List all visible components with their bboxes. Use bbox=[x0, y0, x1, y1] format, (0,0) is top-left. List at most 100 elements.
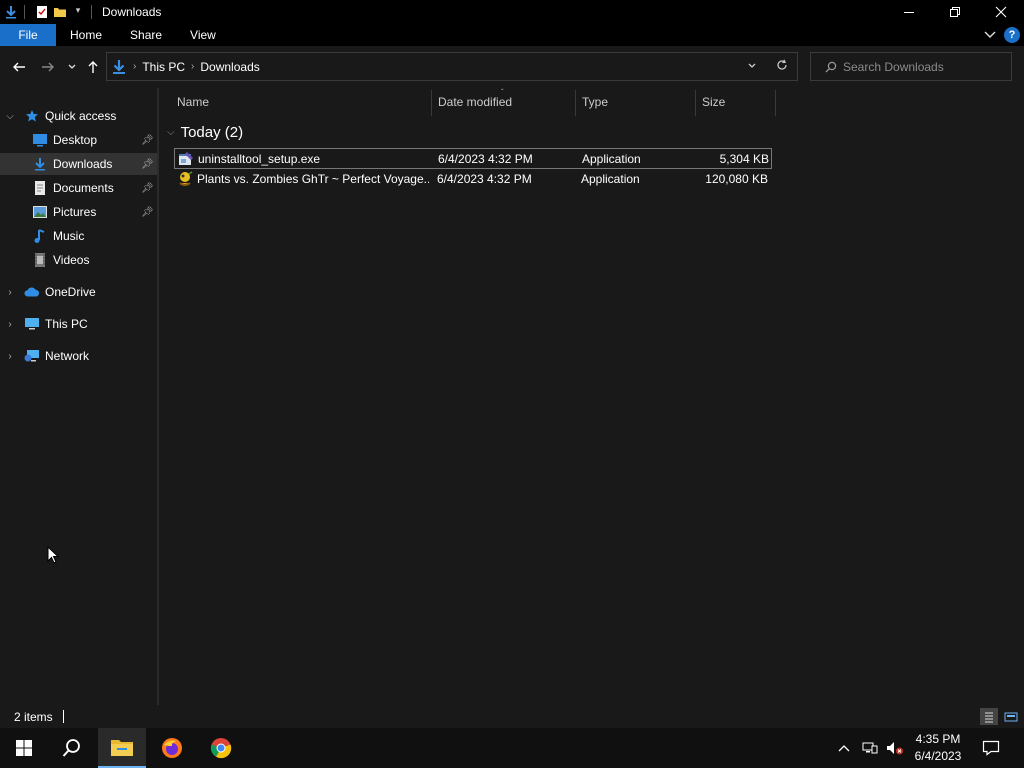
breadcrumb-downloads[interactable]: Downloads bbox=[200, 60, 259, 74]
computer-icon bbox=[24, 316, 40, 332]
customize-quick-access-icon[interactable]: ▾ bbox=[71, 5, 85, 19]
file-type: Application bbox=[581, 171, 640, 186]
taskbar: 4:35 PM 6/4/2023 bbox=[0, 728, 1024, 768]
game-app-icon bbox=[177, 171, 193, 187]
installer-app-icon bbox=[178, 151, 194, 167]
collapse-chevron-icon[interactable]: ⌵ bbox=[4, 111, 16, 122]
nav-item-music[interactable]: Music bbox=[0, 225, 157, 247]
table-row[interactable]: uninstalltool_setup.exe 6/4/2023 4:32 PM… bbox=[174, 148, 772, 169]
file-date: 6/4/2023 4:32 PM bbox=[438, 151, 533, 166]
nav-item-pictures[interactable]: Pictures 📌︎ bbox=[0, 201, 157, 223]
column-header-size[interactable]: Size bbox=[696, 88, 775, 116]
nav-label: Desktop bbox=[53, 133, 98, 147]
separator bbox=[24, 5, 25, 19]
window-title: Downloads bbox=[102, 5, 162, 19]
address-bar[interactable]: › This PC › Downloads bbox=[106, 52, 798, 81]
nav-item-videos[interactable]: Videos bbox=[0, 249, 157, 271]
search-icon bbox=[825, 61, 837, 73]
status-separator bbox=[62, 710, 64, 723]
onedrive-cloud-icon bbox=[24, 284, 40, 300]
minimize-button[interactable] bbox=[886, 0, 932, 24]
pin-icon: 📌︎ bbox=[141, 158, 154, 170]
nav-label: Music bbox=[53, 229, 85, 243]
search-box[interactable] bbox=[810, 52, 1012, 81]
forward-arrow-icon[interactable] bbox=[38, 57, 58, 77]
show-hidden-icons-chevron-up-icon[interactable] bbox=[838, 728, 850, 768]
collapse-chevron-icon[interactable]: ⌵ bbox=[167, 127, 175, 138]
new-folder-icon[interactable] bbox=[53, 5, 67, 19]
nav-label: Network bbox=[45, 349, 90, 363]
tab-home[interactable]: Home bbox=[56, 24, 116, 46]
pin-icon: 📌︎ bbox=[141, 182, 154, 194]
tab-file[interactable]: File bbox=[0, 24, 56, 46]
nav-label: Documents bbox=[53, 181, 114, 195]
breadcrumb-chevron-icon[interactable]: › bbox=[191, 61, 194, 72]
downloads-icon bbox=[32, 156, 48, 172]
tab-view[interactable]: View bbox=[176, 24, 230, 46]
nav-label: Videos bbox=[53, 253, 90, 267]
system-clock[interactable]: 4:35 PM 6/4/2023 bbox=[902, 731, 974, 765]
details-view-icon[interactable] bbox=[980, 708, 998, 725]
clock-time: 4:35 PM bbox=[915, 732, 961, 746]
file-date: 6/4/2023 4:32 PM bbox=[437, 171, 532, 186]
refresh-icon[interactable] bbox=[767, 59, 797, 74]
nav-item-this-pc[interactable]: › This PC bbox=[0, 313, 157, 335]
nav-label: Pictures bbox=[53, 205, 97, 219]
notifications-icon[interactable] bbox=[982, 728, 1000, 768]
table-row[interactable]: Plants vs. Zombies GhTr ~ Perfect Voyage… bbox=[174, 169, 772, 190]
download-arrow-icon bbox=[4, 5, 18, 19]
search-icon[interactable] bbox=[48, 728, 96, 768]
expand-chevron-icon[interactable]: › bbox=[4, 319, 16, 330]
item-count: 2 items bbox=[14, 709, 53, 724]
firefox-icon[interactable] bbox=[148, 728, 196, 768]
network-status-icon[interactable] bbox=[862, 728, 878, 768]
chrome-icon[interactable] bbox=[197, 728, 245, 768]
file-list: Name Date modified ˇ Type Size ⌵ Today (… bbox=[159, 88, 1024, 705]
nav-item-desktop[interactable]: Desktop 📌︎ bbox=[0, 129, 157, 151]
nav-item-onedrive[interactable]: › OneDrive bbox=[0, 281, 157, 303]
nav-label: Downloads bbox=[53, 157, 113, 171]
recent-locations-chevron-icon[interactable] bbox=[62, 57, 82, 77]
network-icon bbox=[24, 348, 40, 364]
properties-icon[interactable] bbox=[35, 5, 49, 19]
status-bar: 2 items bbox=[0, 705, 1024, 728]
search-input[interactable] bbox=[843, 59, 1003, 74]
breadcrumb-this-pc[interactable]: This PC bbox=[142, 60, 185, 74]
group-header-today[interactable]: ⌵ Today (2) bbox=[167, 124, 243, 141]
nav-quick-access[interactable]: ⌵ Quick access bbox=[0, 105, 157, 127]
help-icon[interactable]: ? bbox=[1004, 27, 1020, 43]
separator bbox=[91, 5, 92, 19]
group-label: Today (2) bbox=[180, 124, 244, 141]
downloads-location-icon bbox=[111, 59, 127, 75]
restore-button[interactable] bbox=[932, 0, 978, 24]
nav-label: This PC bbox=[45, 317, 88, 331]
up-arrow-icon[interactable] bbox=[83, 57, 103, 77]
start-icon[interactable] bbox=[0, 728, 48, 768]
breadcrumb-chevron-icon[interactable]: › bbox=[133, 61, 136, 72]
file-name: Plants vs. Zombies GhTr ~ Perfect Voyage… bbox=[197, 171, 429, 186]
file-name: uninstalltool_setup.exe bbox=[198, 151, 321, 166]
clock-date: 6/4/2023 bbox=[914, 749, 962, 763]
back-arrow-icon[interactable] bbox=[9, 57, 29, 77]
large-icons-view-icon[interactable] bbox=[1002, 708, 1020, 725]
nav-item-documents[interactable]: Documents 📌︎ bbox=[0, 177, 157, 199]
nav-item-downloads[interactable]: Downloads 📌︎ bbox=[0, 153, 157, 175]
address-history-chevron-icon[interactable] bbox=[737, 59, 767, 74]
expand-chevron-icon[interactable]: › bbox=[4, 351, 16, 362]
nav-item-network[interactable]: › Network bbox=[0, 345, 157, 367]
column-separator[interactable] bbox=[775, 90, 776, 116]
pin-icon: 📌︎ bbox=[141, 206, 154, 218]
navigation-bar: › This PC › Downloads bbox=[0, 46, 1024, 88]
file-explorer-icon[interactable] bbox=[98, 728, 146, 768]
desktop-icon bbox=[32, 132, 48, 148]
column-header-type[interactable]: Type bbox=[576, 88, 695, 116]
pictures-icon bbox=[32, 204, 48, 220]
expand-ribbon-chevron-down-icon[interactable] bbox=[984, 28, 996, 42]
close-button[interactable] bbox=[978, 0, 1024, 24]
expand-chevron-icon[interactable]: › bbox=[4, 287, 16, 298]
nav-label: OneDrive bbox=[45, 285, 96, 299]
column-header-name[interactable]: Name bbox=[171, 88, 431, 116]
mouse-cursor-icon bbox=[47, 545, 60, 567]
tab-share[interactable]: Share bbox=[116, 24, 176, 46]
nav-label: Quick access bbox=[45, 109, 117, 123]
